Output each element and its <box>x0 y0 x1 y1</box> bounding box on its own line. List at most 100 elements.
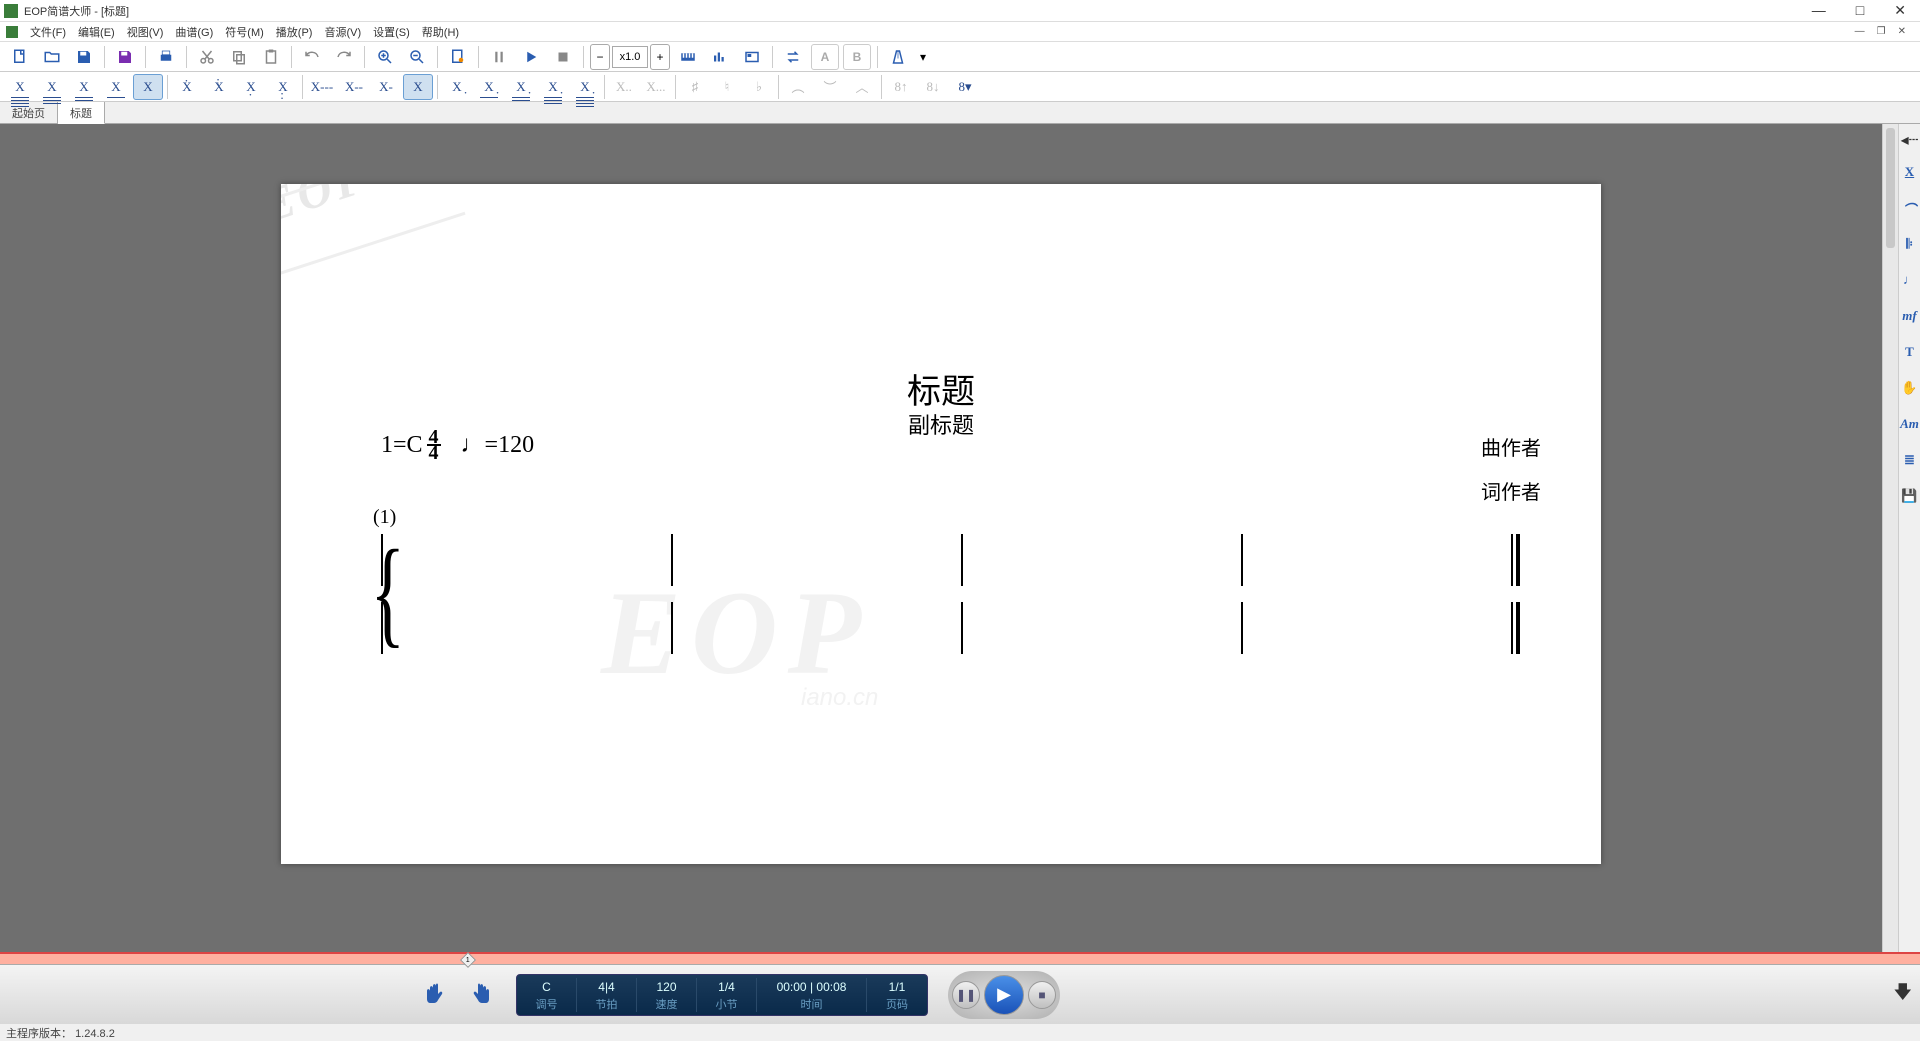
dotted-1[interactable]: X· <box>172 74 202 100</box>
duration-5-selected[interactable]: X <box>133 74 163 100</box>
menu-symbol[interactable]: 符号(M) <box>219 22 270 42</box>
side-repeat-button[interactable]: 𝄆 <box>1900 230 1920 258</box>
panel-collapse-icon[interactable]: ◂┄ <box>1901 130 1919 150</box>
info-bar[interactable]: 1/4 小节 <box>697 978 757 1012</box>
tie-up[interactable]: ︵ <box>783 74 813 100</box>
dash-1[interactable]: X--- <box>307 74 337 100</box>
octave-up[interactable]: 8↑ <box>886 74 916 100</box>
sharp-button[interactable]: ♯ <box>680 74 710 100</box>
export-button[interactable] <box>111 44 139 70</box>
flat-button[interactable]: ♭ <box>744 74 774 100</box>
save-button[interactable] <box>70 44 98 70</box>
score-title[interactable]: 标题 <box>281 364 1601 413</box>
beam-1[interactable]: X· <box>442 74 472 100</box>
menu-file[interactable]: 文件(F) <box>24 22 72 42</box>
repeat-button[interactable] <box>779 44 807 70</box>
info-tempo[interactable]: 120 速度 <box>637 978 697 1012</box>
dotted-2[interactable]: X: <box>204 74 234 100</box>
keyboard-button[interactable] <box>674 44 702 70</box>
vertical-scrollbar[interactable] <box>1882 124 1898 952</box>
zoom-in-button[interactable] <box>371 44 399 70</box>
tie-down[interactable]: ︶ <box>815 74 845 100</box>
dash-3[interactable]: X- <box>371 74 401 100</box>
side-note-button[interactable]: X <box>1900 158 1920 186</box>
new-button[interactable] <box>6 44 34 70</box>
side-slur-button[interactable]: ⌒ <box>1900 194 1920 222</box>
a-marker-button[interactable]: A <box>811 44 839 70</box>
paste-button[interactable] <box>257 44 285 70</box>
natural-button[interactable]: ♮ <box>712 74 742 100</box>
mdi-close[interactable]: ✕ <box>1894 26 1910 37</box>
side-dynamics-button[interactable]: mf <box>1900 302 1920 330</box>
duration-1[interactable]: X <box>5 74 35 100</box>
duration-2[interactable]: X <box>37 74 67 100</box>
side-text-button[interactable]: T <box>1900 338 1920 366</box>
menu-sound[interactable]: 音源(V) <box>318 22 367 42</box>
info-key[interactable]: C 调号 <box>517 978 577 1012</box>
info-timesig[interactable]: 4|4 节拍 <box>577 978 637 1012</box>
mdi-restore[interactable]: ❐ <box>1873 26 1890 37</box>
score-key-signature[interactable]: 1=C 4 4 =120 <box>381 430 534 461</box>
dotted-4[interactable]: X: <box>268 74 298 100</box>
player-expand-icon[interactable]: 🡇 <box>1893 980 1920 1010</box>
octave-down[interactable]: 8↓ <box>918 74 948 100</box>
menu-settings[interactable]: 设置(S) <box>367 22 416 42</box>
zoom-level[interactable]: x1.0 <box>612 46 648 68</box>
zoom-out-button[interactable] <box>403 44 431 70</box>
copy-button[interactable] <box>225 44 253 70</box>
undo-button[interactable] <box>298 44 326 70</box>
side-chord-button[interactable]: Am <box>1900 410 1920 438</box>
beam-2[interactable]: X· <box>474 74 504 100</box>
right-hand-button[interactable] <box>468 981 496 1009</box>
redo-button[interactable] <box>330 44 358 70</box>
info-time[interactable]: 00:00 | 00:08 时间 <box>757 978 867 1012</box>
info-page[interactable]: 1/1 页码 <box>867 978 927 1012</box>
side-hand-button[interactable]: ✋ <box>1900 374 1920 402</box>
player-stop-button[interactable]: ■ <box>1028 981 1056 1009</box>
mdi-minimize[interactable]: — <box>1851 26 1869 37</box>
zoom-plus-button[interactable]: + <box>650 44 670 70</box>
beam-4[interactable]: X· <box>538 74 568 100</box>
timeline[interactable]: 1 <box>0 952 1920 964</box>
tie-dashed[interactable]: ︿ <box>847 74 877 100</box>
score-page[interactable]: EOP EOP iano.cn 标题 副标题 1=C 4 4 =120 曲作者 … <box>281 184 1601 864</box>
minimize-button[interactable]: — <box>1802 2 1836 19</box>
menu-score[interactable]: 曲谱(G) <box>169 22 219 42</box>
dash-4-selected[interactable]: X <box>403 74 433 100</box>
composer-label[interactable]: 曲作者 <box>1481 432 1541 461</box>
player-play-button[interactable]: ▶ <box>984 975 1024 1015</box>
tab-start[interactable]: 起始页 <box>0 102 58 123</box>
close-button[interactable]: ✕ <box>1884 2 1916 19</box>
cut-button[interactable] <box>193 44 221 70</box>
side-save-button[interactable]: 💾 <box>1900 482 1920 510</box>
duration-3[interactable]: X <box>69 74 99 100</box>
beam-3[interactable]: X· <box>506 74 536 100</box>
menu-play[interactable]: 播放(P) <box>270 22 319 42</box>
b-marker-button[interactable]: B <box>843 44 871 70</box>
canvas-area[interactable]: EOP EOP iano.cn 标题 副标题 1=C 4 4 =120 曲作者 … <box>0 124 1882 952</box>
maximize-button[interactable]: □ <box>1846 2 1874 19</box>
play-button[interactable] <box>517 44 545 70</box>
metronome-button[interactable] <box>884 44 912 70</box>
dotted-3[interactable]: X· <box>236 74 266 100</box>
print-button[interactable] <box>152 44 180 70</box>
beam-5[interactable]: X· <box>570 74 600 100</box>
zoom-minus-button[interactable]: − <box>590 44 610 70</box>
tab-document[interactable]: 标题 <box>58 102 105 124</box>
page-setup-button[interactable] <box>444 44 472 70</box>
side-list-button[interactable]: ≣ <box>1900 446 1920 474</box>
octave-menu[interactable]: 8▾ <box>950 74 980 100</box>
stop-button[interactable] <box>549 44 577 70</box>
player-pause-button[interactable]: ❚❚ <box>952 981 980 1009</box>
menu-help[interactable]: 帮助(H) <box>416 22 465 42</box>
menu-view[interactable]: 视图(V) <box>121 22 170 42</box>
pause-button[interactable] <box>485 44 513 70</box>
mixer-button[interactable] <box>706 44 734 70</box>
lyricist-label[interactable]: 词作者 <box>1481 476 1541 505</box>
open-button[interactable] <box>38 44 66 70</box>
navigator-button[interactable] <box>738 44 766 70</box>
dash-2[interactable]: X-- <box>339 74 369 100</box>
side-tempo-button[interactable]: ♩ <box>1900 266 1920 294</box>
metronome-dropdown[interactable]: ▾ <box>916 44 930 70</box>
left-hand-button[interactable] <box>420 981 448 1009</box>
